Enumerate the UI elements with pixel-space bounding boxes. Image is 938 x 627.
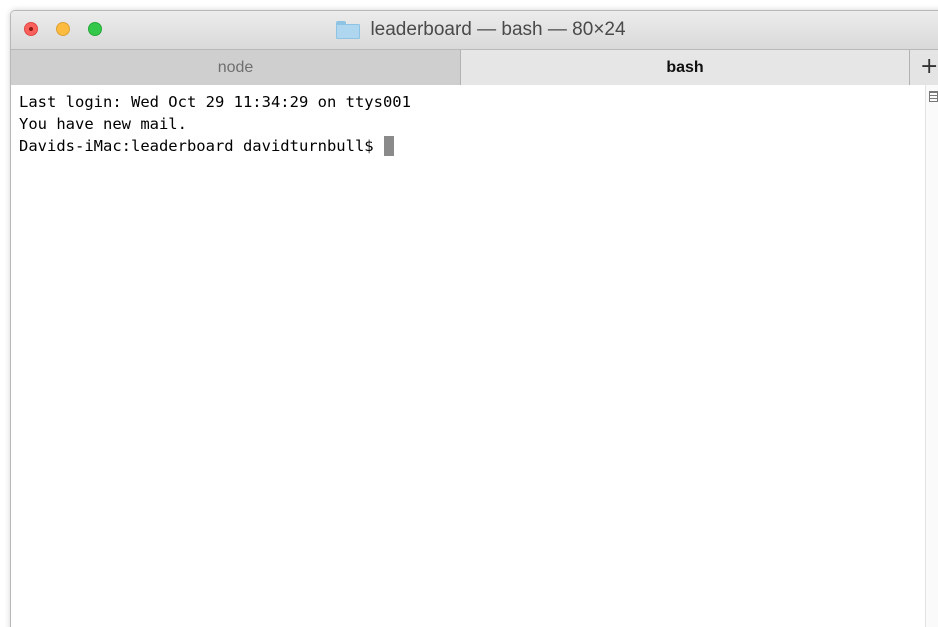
- tab-bar: node bash +: [11, 49, 938, 85]
- plus-icon: +: [920, 54, 938, 79]
- terminal-line-mail: You have new mail.: [19, 115, 187, 133]
- window-title: leaderboard — bash — 80×24: [370, 19, 626, 40]
- tab-node[interactable]: node: [11, 50, 461, 85]
- scrollbar[interactable]: [925, 85, 938, 627]
- title-bar[interactable]: leaderboard — bash — 80×24: [11, 11, 938, 49]
- text-cursor: [383, 136, 394, 156]
- scroll-marks-icon[interactable]: [929, 91, 938, 102]
- terminal-prompt-line[interactable]: Davids-iMac:leaderboard davidturnbull$: [19, 135, 925, 157]
- tab-bash[interactable]: bash: [461, 50, 909, 85]
- screen: leaderboard — bash — 80×24 node bash + L…: [0, 0, 938, 627]
- terminal-output[interactable]: Last login: Wed Oct 29 11:34:29 on ttys0…: [11, 85, 925, 627]
- shell-prompt: Davids-iMac:leaderboard davidturnbull$: [19, 137, 383, 155]
- folder-icon: [336, 21, 361, 39]
- terminal-line-last-login: Last login: Wed Oct 29 11:34:29 on ttys0…: [19, 93, 411, 111]
- window-title-group: leaderboard — bash — 80×24: [11, 19, 938, 43]
- new-tab-button[interactable]: +: [909, 50, 938, 85]
- terminal-window: leaderboard — bash — 80×24 node bash + L…: [10, 10, 938, 627]
